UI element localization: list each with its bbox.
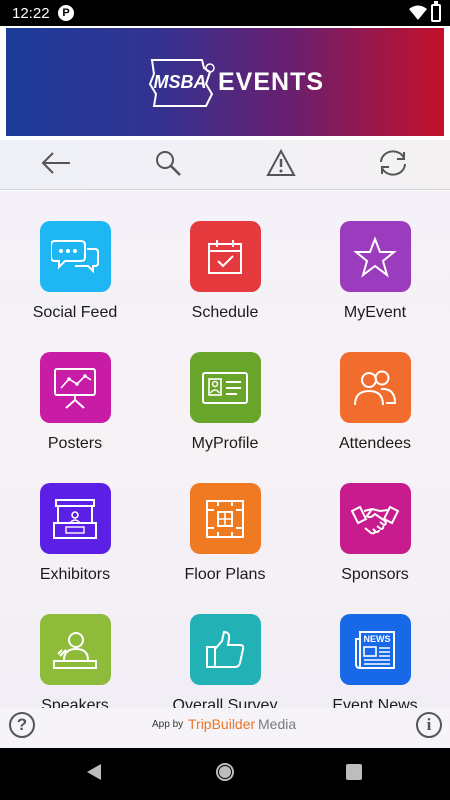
alerts-button[interactable] [263, 148, 299, 182]
warning-icon [266, 148, 296, 182]
svg-text:NEWS: NEWS [364, 634, 391, 644]
tile-myevent[interactable]: MyEvent [300, 221, 450, 322]
tile-speakers[interactable]: Speakers [0, 614, 150, 708]
nav-recents-button[interactable] [342, 762, 366, 786]
newspaper-icon: NEWS [339, 614, 411, 685]
sync-icon [377, 149, 409, 182]
people-icon [339, 352, 411, 423]
system-nav-bar [0, 748, 450, 800]
tile-label: Speakers [41, 697, 109, 708]
tile-label: Schedule [191, 304, 259, 321]
search-icon [154, 149, 182, 182]
chat-bubbles-icon [39, 221, 111, 292]
tile-floor-plans[interactable]: Floor Plans [150, 483, 300, 584]
speaker-icon [39, 614, 111, 685]
status-time: 12:22 [12, 5, 50, 22]
arrow-left-icon [40, 151, 72, 180]
id-card-icon [189, 352, 261, 423]
tile-label: Event News [332, 697, 418, 708]
svg-text:MSBA: MSBA [154, 72, 207, 92]
app-by-label: App by [152, 719, 184, 730]
nav-back-button[interactable] [82, 762, 106, 786]
status-bar: 12:22 P [0, 0, 450, 26]
toolbar [0, 140, 450, 190]
tile-social-feed[interactable]: Social Feed [0, 221, 150, 322]
floor-plan-icon [189, 483, 261, 554]
event-banner: MSBA EVENTS [6, 28, 444, 136]
back-button[interactable] [38, 148, 74, 182]
calendar-check-icon [189, 221, 261, 292]
tile-label: Sponsors [341, 566, 409, 583]
booth-icon [39, 483, 111, 554]
star-icon [339, 221, 411, 292]
tile-label: Social Feed [32, 304, 118, 321]
notification-app-icon: P [58, 5, 74, 21]
nav-home-button[interactable] [213, 762, 237, 786]
presentation-board-icon [39, 352, 111, 423]
triangle-back-icon [85, 762, 103, 787]
tile-overall-survey[interactable]: Overall Survey [150, 614, 300, 708]
handshake-icon [339, 483, 411, 554]
info-button[interactable]: i [416, 712, 442, 738]
brand-name-part1: TripBuilder [188, 716, 256, 732]
search-button[interactable] [150, 148, 186, 182]
tile-schedule[interactable]: Schedule [150, 221, 300, 322]
tile-label: Floor Plans [184, 566, 266, 583]
tile-label: MyProfile [191, 435, 259, 452]
menu-grid: Social Feed Schedule MyEvent Posters MyP… [0, 191, 450, 708]
tile-label: Posters [47, 435, 103, 452]
tile-posters[interactable]: Posters [0, 352, 150, 453]
msba-logo: MSBA [144, 54, 216, 119]
tile-event-news[interactable]: NEWS Event News [300, 614, 450, 708]
tile-attendees[interactable]: Attendees [300, 352, 450, 453]
tile-label: Exhibitors [39, 566, 111, 583]
tile-sponsors[interactable]: Sponsors [300, 483, 450, 584]
tile-label: Attendees [338, 435, 412, 452]
wifi-icon [409, 5, 427, 26]
banner-title: EVENTS [218, 68, 325, 96]
thumbs-up-icon [189, 614, 261, 685]
tile-label: Overall Survey [172, 697, 278, 708]
refresh-button[interactable] [375, 148, 411, 182]
help-button[interactable]: ? [9, 712, 35, 738]
circle-home-icon [214, 761, 236, 788]
footer: ? App by TripBuilder Media i [0, 708, 450, 748]
tile-exhibitors[interactable]: Exhibitors [0, 483, 150, 584]
tile-myprofile[interactable]: MyProfile [150, 352, 300, 453]
brand-name-part2: Media [258, 716, 297, 732]
battery-icon [431, 1, 441, 22]
tile-label: MyEvent [343, 304, 407, 321]
square-recents-icon [345, 763, 363, 786]
